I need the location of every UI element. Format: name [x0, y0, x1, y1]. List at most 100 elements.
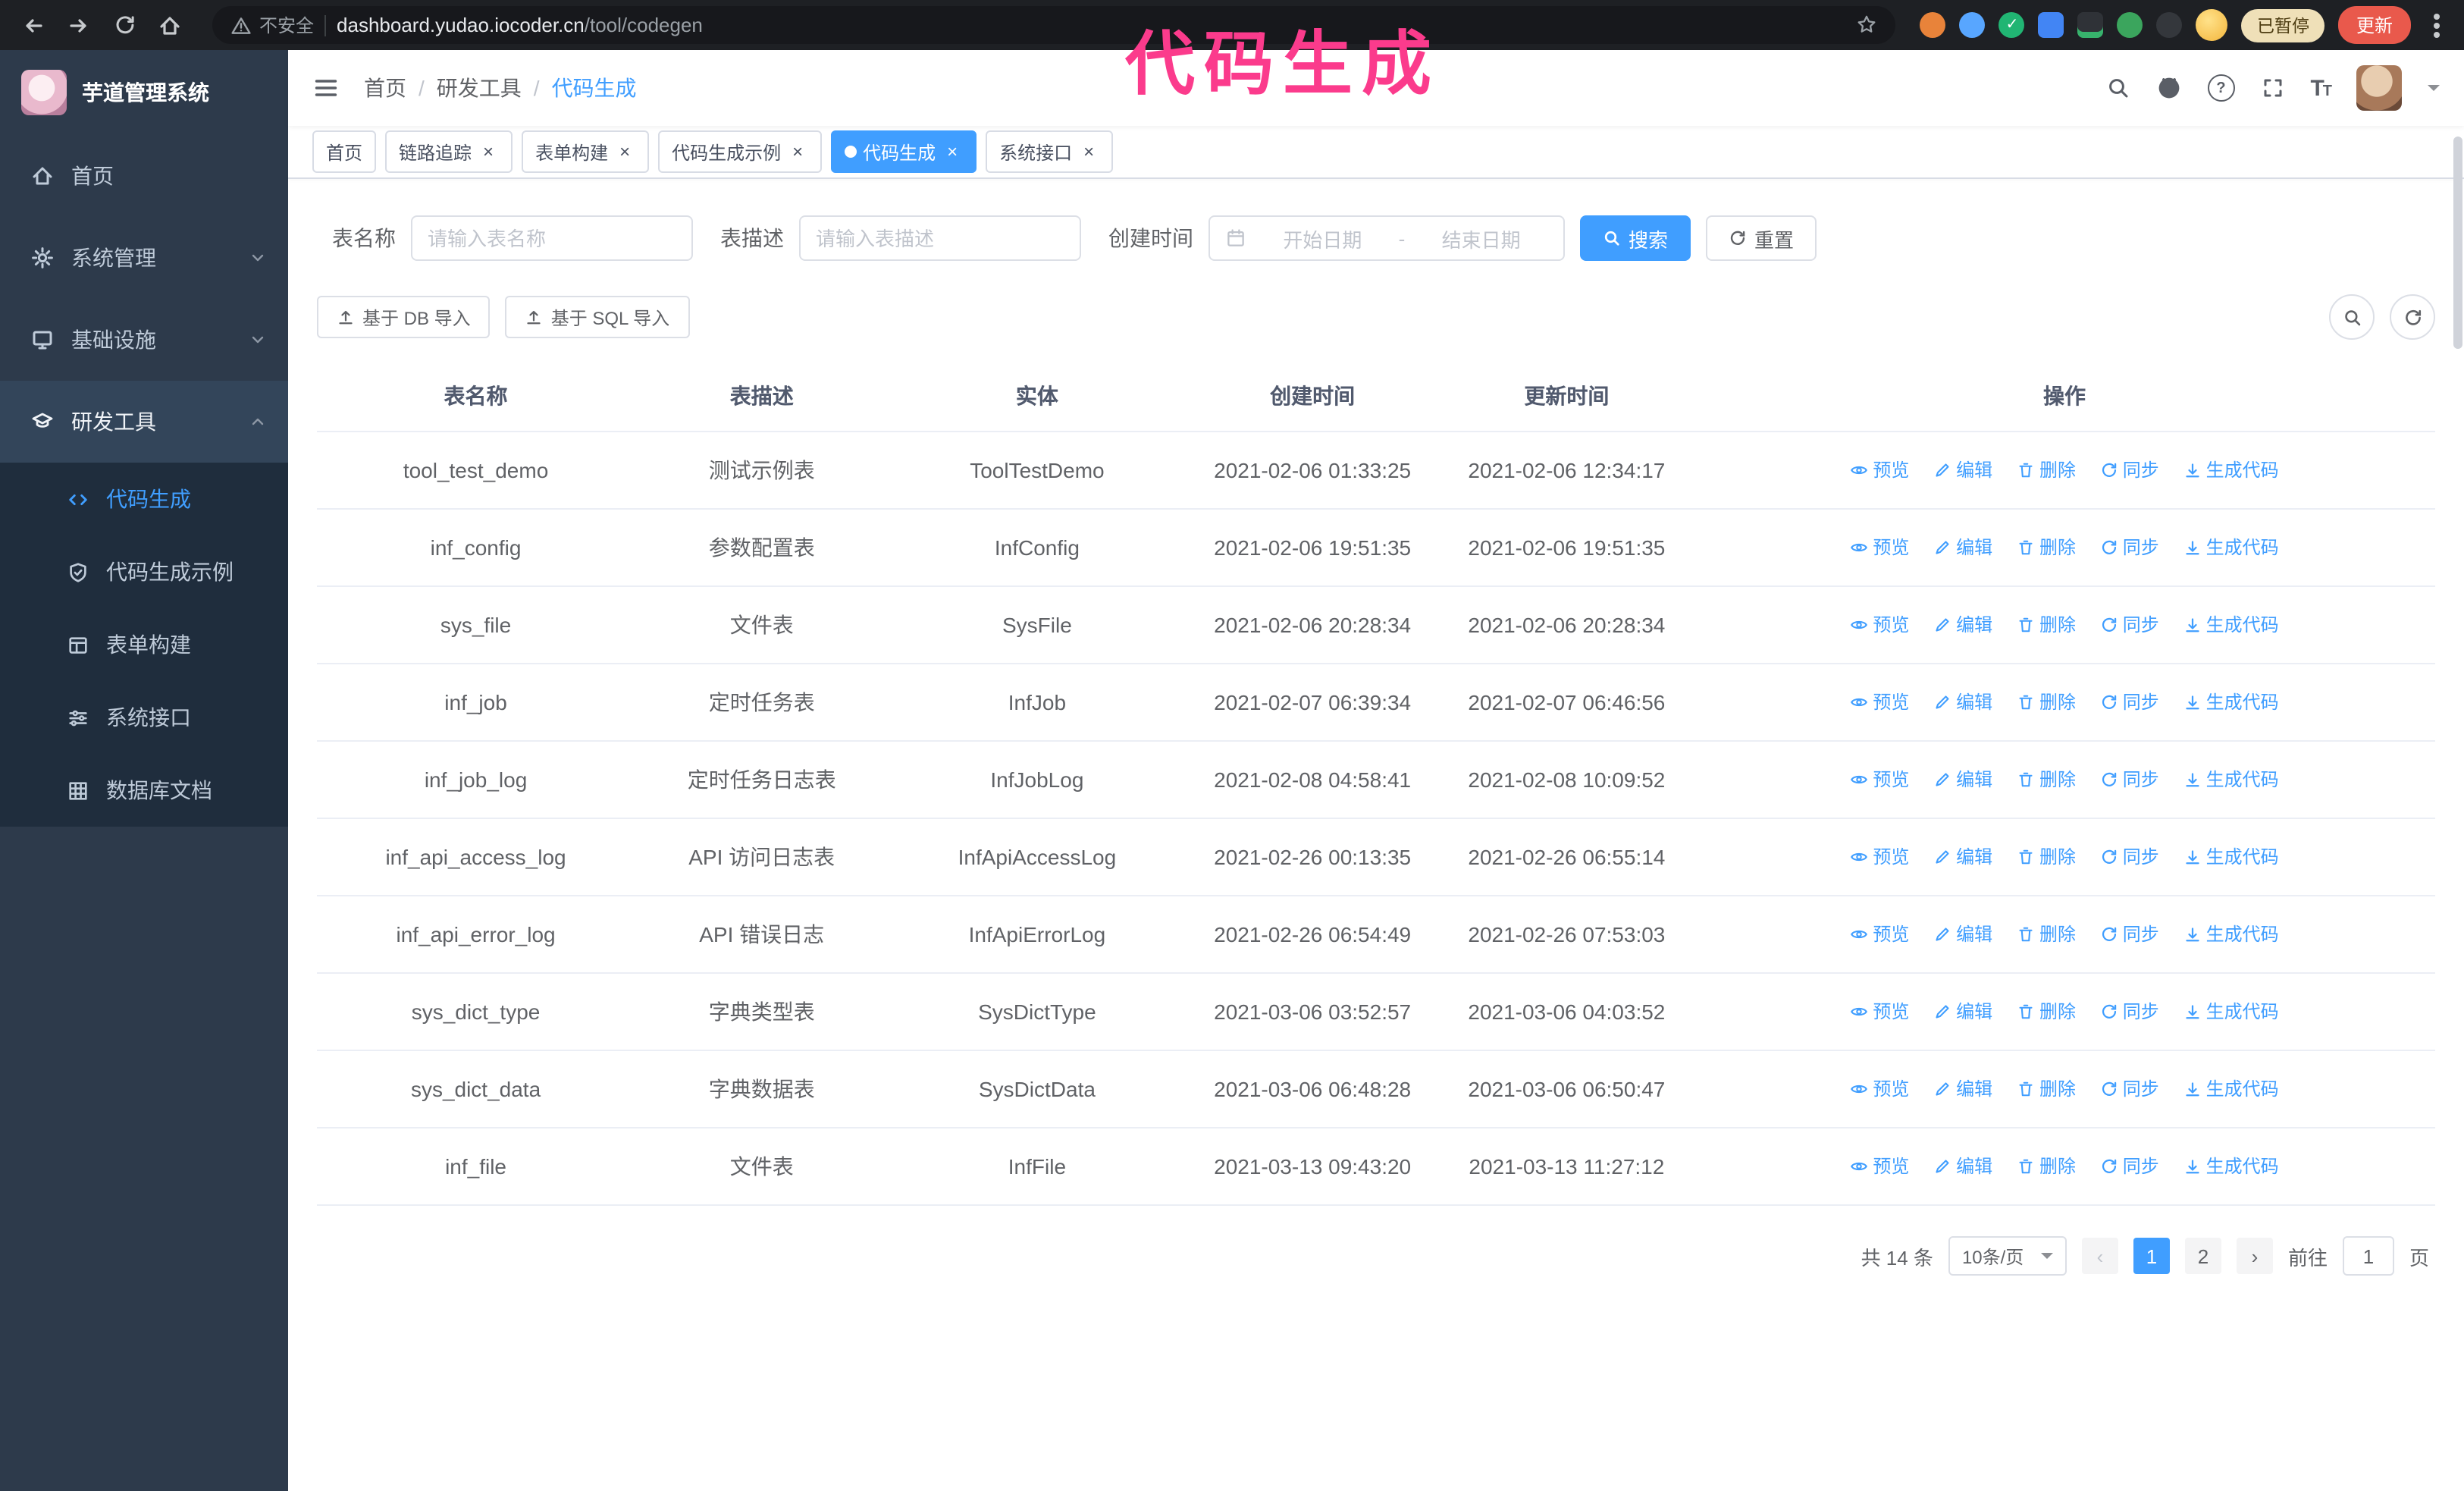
delete-link[interactable]: 删除 [2017, 921, 2076, 947]
sync-link[interactable]: 同步 [2100, 612, 2159, 638]
page-size-select[interactable]: 10条/页 [1948, 1236, 2067, 1276]
delete-link[interactable]: 删除 [2017, 844, 2076, 870]
sync-link[interactable]: 同步 [2100, 689, 2159, 715]
reset-button[interactable]: 重置 [1706, 215, 1817, 261]
generate-code-link[interactable]: 生成代码 [2183, 535, 2279, 560]
tab-codegen[interactable]: 代码生成 [831, 130, 977, 173]
generate-code-link[interactable]: 生成代码 [2183, 921, 2279, 947]
extension-icon-2[interactable] [1959, 12, 1986, 38]
sync-link[interactable]: 同步 [2100, 844, 2159, 870]
sidebar-item-system[interactable]: 系统管理 [0, 217, 288, 299]
preview-link[interactable]: 预览 [1850, 457, 1909, 483]
edit-link[interactable]: 编辑 [1933, 457, 1992, 483]
preview-link[interactable]: 预览 [1850, 1154, 1909, 1179]
extension-icon-1[interactable] [1920, 12, 1946, 38]
page-button-1[interactable]: 1 [2133, 1238, 2170, 1274]
edit-link[interactable]: 编辑 [1933, 535, 1992, 560]
paused-badge[interactable]: 已暂停 [2241, 8, 2324, 42]
preview-link[interactable]: 预览 [1850, 535, 1909, 560]
close-icon[interactable] [1078, 141, 1099, 162]
delete-link[interactable]: 删除 [2017, 767, 2076, 793]
sidebar-item-db-docs[interactable]: 数据库文档 [0, 754, 288, 827]
reload-icon[interactable] [106, 7, 143, 43]
search-icon[interactable] [2105, 74, 2130, 102]
edit-link[interactable]: 编辑 [1933, 844, 1992, 870]
help-icon[interactable]: ? [2207, 74, 2235, 102]
extension-icon-4[interactable] [2038, 12, 2064, 38]
browser-profile-avatar[interactable] [2196, 9, 2228, 41]
extension-icon-5[interactable] [2077, 12, 2104, 38]
edit-link[interactable]: 编辑 [1933, 767, 1992, 793]
preview-link[interactable]: 预览 [1850, 999, 1909, 1025]
tab-system-api[interactable]: 系统接口 [986, 130, 1114, 173]
browser-menu-icon[interactable] [2434, 22, 2440, 28]
user-menu-caret-icon[interactable] [2428, 85, 2440, 97]
import-sql-button[interactable]: 基于 SQL 导入 [505, 296, 690, 338]
sync-link[interactable]: 同步 [2100, 767, 2159, 793]
sidebar-item-form-builder[interactable]: 表单构建 [0, 608, 288, 681]
update-button[interactable]: 更新 [2337, 6, 2411, 44]
generate-code-link[interactable]: 生成代码 [2183, 1154, 2279, 1179]
edit-link[interactable]: 编辑 [1933, 921, 1992, 947]
sidebar-item-codegen[interactable]: 代码生成 [0, 463, 288, 535]
sidebar-item-home[interactable]: 首页 [0, 135, 288, 217]
tab-codegen-example[interactable]: 代码生成示例 [658, 130, 823, 173]
sidebar-item-system-api[interactable]: 系统接口 [0, 681, 288, 754]
scrollbar-thumb[interactable] [2453, 137, 2462, 349]
sidebar-item-infrastructure[interactable]: 基础设施 [0, 299, 288, 381]
delete-link[interactable]: 删除 [2017, 535, 2076, 560]
prev-page-button[interactable]: ‹ [2081, 1238, 2118, 1274]
import-db-button[interactable]: 基于 DB 导入 [317, 296, 491, 338]
sync-link[interactable]: 同步 [2100, 921, 2159, 947]
page-button-2[interactable]: 2 [2184, 1238, 2221, 1274]
address-bar[interactable]: 不安全 dashboard.yudao.iocoder.cn/tool/code… [212, 6, 1896, 44]
close-icon[interactable] [942, 141, 963, 162]
tab-tracing[interactable]: 链路追踪 [385, 130, 513, 173]
tab-form-builder[interactable]: 表单构建 [522, 130, 650, 173]
font-size-icon[interactable]: TT [2310, 75, 2332, 101]
table-name-input[interactable] [411, 215, 693, 261]
preview-link[interactable]: 预览 [1850, 767, 1909, 793]
preview-link[interactable]: 预览 [1850, 612, 1909, 638]
preview-link[interactable]: 预览 [1850, 844, 1909, 870]
toggle-search-button[interactable] [2329, 294, 2375, 340]
delete-link[interactable]: 删除 [2017, 1076, 2076, 1102]
generate-code-link[interactable]: 生成代码 [2183, 612, 2279, 638]
sync-link[interactable]: 同步 [2100, 1076, 2159, 1102]
edit-link[interactable]: 编辑 [1933, 689, 1992, 715]
forward-icon[interactable] [61, 7, 97, 43]
date-range-picker[interactable]: 开始日期 - 结束日期 [1208, 215, 1565, 261]
edit-link[interactable]: 编辑 [1933, 612, 1992, 638]
sync-link[interactable]: 同步 [2100, 457, 2159, 483]
next-page-button[interactable]: › [2236, 1238, 2273, 1274]
preview-link[interactable]: 预览 [1850, 689, 1909, 715]
generate-code-link[interactable]: 生成代码 [2183, 999, 2279, 1025]
sidebar-toggle-icon[interactable] [312, 74, 340, 102]
refresh-table-button[interactable] [2390, 294, 2435, 340]
edit-link[interactable]: 编辑 [1933, 1076, 1992, 1102]
delete-link[interactable]: 删除 [2017, 1154, 2076, 1179]
sync-link[interactable]: 同步 [2100, 999, 2159, 1025]
generate-code-link[interactable]: 生成代码 [2183, 767, 2279, 793]
edit-link[interactable]: 编辑 [1933, 999, 1992, 1025]
github-icon[interactable] [2155, 74, 2181, 102]
generate-code-link[interactable]: 生成代码 [2183, 1076, 2279, 1102]
table-desc-input[interactable] [799, 215, 1081, 261]
generate-code-link[interactable]: 生成代码 [2183, 689, 2279, 715]
sidebar-item-dev-tools[interactable]: 研发工具 [0, 381, 288, 463]
tab-home[interactable]: 首页 [312, 130, 377, 173]
search-button[interactable]: 搜索 [1580, 215, 1691, 261]
delete-link[interactable]: 删除 [2017, 457, 2076, 483]
sync-link[interactable]: 同步 [2100, 535, 2159, 560]
back-icon[interactable] [15, 7, 52, 43]
breadcrumb-dev-tools[interactable]: 研发工具 [437, 73, 522, 103]
fullscreen-icon[interactable] [2260, 74, 2284, 102]
delete-link[interactable]: 删除 [2017, 999, 2076, 1025]
delete-link[interactable]: 删除 [2017, 689, 2076, 715]
close-icon[interactable] [614, 141, 635, 162]
close-icon[interactable] [478, 141, 499, 162]
breadcrumb-home[interactable]: 首页 [364, 73, 406, 103]
extension-icon-3[interactable]: ✓ [1998, 12, 2025, 38]
extension-icon-7[interactable] [2156, 12, 2183, 38]
generate-code-link[interactable]: 生成代码 [2183, 457, 2279, 483]
